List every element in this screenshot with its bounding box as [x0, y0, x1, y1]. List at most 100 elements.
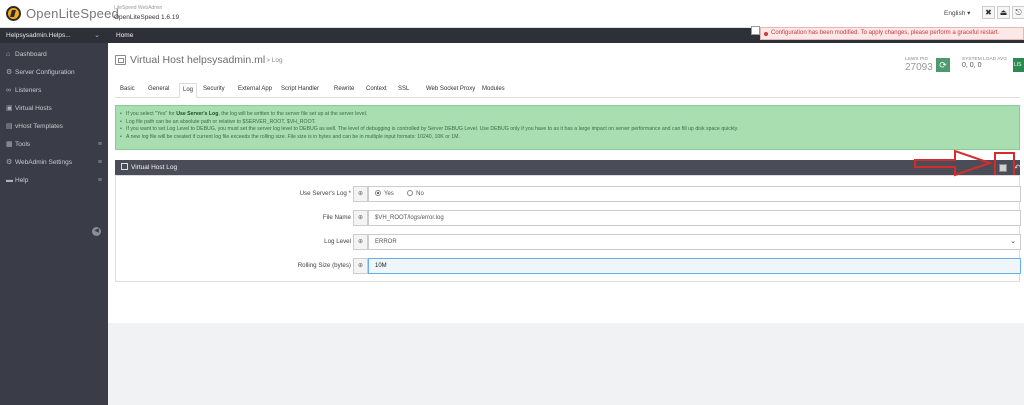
logo-text: OpenLiteSpeed: [26, 6, 119, 21]
section-title: Virtual Host Log: [131, 164, 178, 171]
refresh-icon[interactable]: ⟳: [936, 58, 950, 72]
radio-no[interactable]: [407, 190, 414, 196]
form-row-log-level: Log Level ⊕ ERROR ⌄: [116, 234, 1021, 250]
gear-icon: ⚙: [6, 69, 13, 76]
logout-button[interactable]: ⎋: [1012, 6, 1024, 19]
product-name: LiteSpeed WebAdmin: [114, 5, 163, 11]
vhost-panel: Virtual Host helpsysadmin.ml > Log LSWS …: [108, 43, 1024, 323]
tab-general[interactable]: General: [148, 86, 169, 92]
log-settings-form: Use Server's Log * ⊕ Yes No File Name ⊕ …: [115, 175, 1021, 282]
field-label: Log Level: [324, 238, 351, 245]
section-header: Virtual Host Log: [115, 160, 1020, 175]
form-row-use-server-log: Use Server's Log * ⊕ Yes No: [116, 186, 1021, 202]
help-icon[interactable]: ⊕: [353, 234, 368, 250]
tab-external-app[interactable]: External App: [238, 86, 272, 92]
stat-value: 0, 0, 0: [962, 62, 982, 69]
collapse-sidebar-icon[interactable]: ◀: [92, 227, 101, 236]
openlitespeed-logo-icon: [6, 6, 21, 21]
page-title: Virtual Host helpsysadmin.ml > Log: [115, 54, 283, 66]
use-server-log-radio-group: Yes No: [368, 186, 1021, 202]
radio-yes-label: Yes: [384, 191, 394, 197]
info-text: If you select "Yes" for: [126, 111, 177, 117]
tools-icon: ▦: [6, 141, 13, 148]
chevron-down-icon: ⌄: [1010, 238, 1016, 245]
field-label: File Name: [322, 214, 351, 221]
help-icon[interactable]: ⊕: [353, 186, 368, 202]
undo-icon[interactable]: ↶: [1014, 163, 1021, 172]
tab-bar: Basic General Log Security External App …: [115, 83, 1020, 98]
info-line: If you want to set Log Level to DEBUG, y…: [120, 126, 1019, 134]
sidebar-item-dashboard[interactable]: ⌂ Dashboard: [0, 46, 108, 64]
info-text: , the log will be written to the server …: [218, 111, 368, 117]
help-icon[interactable]: ⊕: [353, 258, 368, 274]
menu-expand-icon: ≡: [97, 177, 102, 184]
tab-script-handler[interactable]: Script Handler: [281, 86, 319, 92]
tab-security[interactable]: Security: [203, 86, 225, 92]
restart-button[interactable]: ⏏: [997, 6, 1010, 19]
link-icon: ∞: [6, 87, 11, 94]
breadcrumb-home[interactable]: Home: [116, 28, 133, 43]
tab-rewrite[interactable]: Rewrite: [334, 86, 354, 92]
tab-web-socket-proxy[interactable]: Web Socket Proxy: [426, 86, 475, 92]
page-title-text: Virtual Host helpsysadmin.ml: [130, 54, 266, 66]
page-subtitle: > Log: [266, 56, 283, 64]
sidebar-item-label: vHost Templates: [15, 123, 63, 130]
rolling-size-input[interactable]: 10M: [368, 258, 1021, 274]
sidebar-item-tools[interactable]: ▦ Tools ≡: [0, 136, 108, 154]
form-row-rolling-size: Rolling Size (bytes) ⊕ 10M: [116, 258, 1021, 274]
tab-log[interactable]: Log: [179, 83, 198, 98]
sidebar-item-webadmin-settings[interactable]: ⚙ WebAdmin Settings ≡: [0, 154, 108, 172]
field-label: Rolling Size (bytes): [297, 262, 351, 269]
sidebar-item-virtual-hosts[interactable]: ▣ Virtual Hosts: [0, 100, 108, 118]
stat-value: 27093: [905, 62, 933, 73]
help-info-box: If you select "Yes" for Use Server's Log…: [115, 105, 1020, 150]
tab-context[interactable]: Context: [366, 86, 387, 92]
sidebar-item-server-configuration[interactable]: ⚙ Server Configuration: [0, 64, 108, 82]
sidebar: Helpsysadmin.Helps... ⌄ ⌂ Dashboard ⚙ Serv…: [0, 28, 108, 405]
sidebar-item-vhost-templates[interactable]: ▤ vHost Templates: [0, 118, 108, 136]
app-logo[interactable]: OpenLiteSpeed: [6, 6, 119, 21]
sidebar-item-help[interactable]: ▬ Help ≡: [0, 172, 108, 190]
account-name: Helpsysadmin.Helps...: [6, 32, 71, 39]
sidebar-item-listeners[interactable]: ∞ Listeners: [0, 82, 108, 100]
restart-notification[interactable]: Configuration has been modified. To appl…: [760, 27, 1024, 40]
tab-basic[interactable]: Basic: [120, 86, 135, 92]
file-name-input[interactable]: $VH_ROOT/logs/error.log: [368, 210, 1021, 226]
tab-modules[interactable]: Modules: [482, 86, 505, 92]
book-icon: ▬: [6, 177, 13, 184]
info-bold-text: Use Server's Log: [176, 111, 219, 117]
system-load-stat: SYSTEM LOAD AVG 0, 0, 0: [962, 57, 1007, 69]
info-line: A new log file will be created if curren…: [120, 134, 1019, 142]
fullscreen-button[interactable]: ✖: [982, 6, 995, 19]
form-row-file-name: File Name ⊕ $VH_ROOT/logs/error.log: [116, 210, 1021, 226]
info-line: Log file path can be an absolute path or…: [120, 119, 1019, 127]
radio-no-label: No: [416, 191, 424, 197]
language-select[interactable]: English ▾: [944, 9, 970, 17]
sidebar-item-label: Server Configuration: [15, 69, 75, 76]
alert-icon: [764, 32, 768, 36]
chevron-down-icon: ⌄: [94, 32, 100, 39]
breadcrumb-bar: Home Configuration has been modified. To…: [108, 26, 1024, 43]
account-menu[interactable]: Helpsysadmin.Helps... ⌄: [0, 28, 108, 43]
sidebar-item-label: Help: [15, 177, 29, 184]
top-bar: OpenLiteSpeed LiteSpeed WebAdmin OpenLit…: [0, 0, 1024, 28]
product-info: LiteSpeed WebAdmin OpenLiteSpeed 1.6.19: [114, 4, 179, 22]
help-icon[interactable]: ⊕: [353, 210, 368, 226]
field-label: Use Server's Log *: [299, 190, 351, 197]
template-icon: ▤: [6, 123, 13, 130]
log-level-select[interactable]: ERROR ⌄: [368, 234, 1021, 250]
radio-yes[interactable]: [375, 190, 381, 196]
menu-expand-icon: ≡: [97, 159, 102, 166]
sidebar-item-label: Tools: [15, 141, 31, 148]
edit-icon: [121, 163, 128, 170]
virtual-host-icon: [115, 55, 126, 65]
select-value: ERROR: [375, 239, 397, 245]
sidebar-item-label: Dashboard: [15, 51, 47, 58]
notification-checkbox[interactable]: [751, 26, 760, 35]
listener-badge[interactable]: LIS: [1013, 58, 1024, 72]
tab-ssl[interactable]: SSL: [398, 86, 409, 92]
menu-expand-icon: ≡: [97, 141, 102, 148]
notification-text: Configuration has been modified. To appl…: [771, 30, 1000, 36]
sidebar-item-label: Virtual Hosts: [15, 105, 52, 112]
home-icon: ⌂: [6, 51, 11, 58]
